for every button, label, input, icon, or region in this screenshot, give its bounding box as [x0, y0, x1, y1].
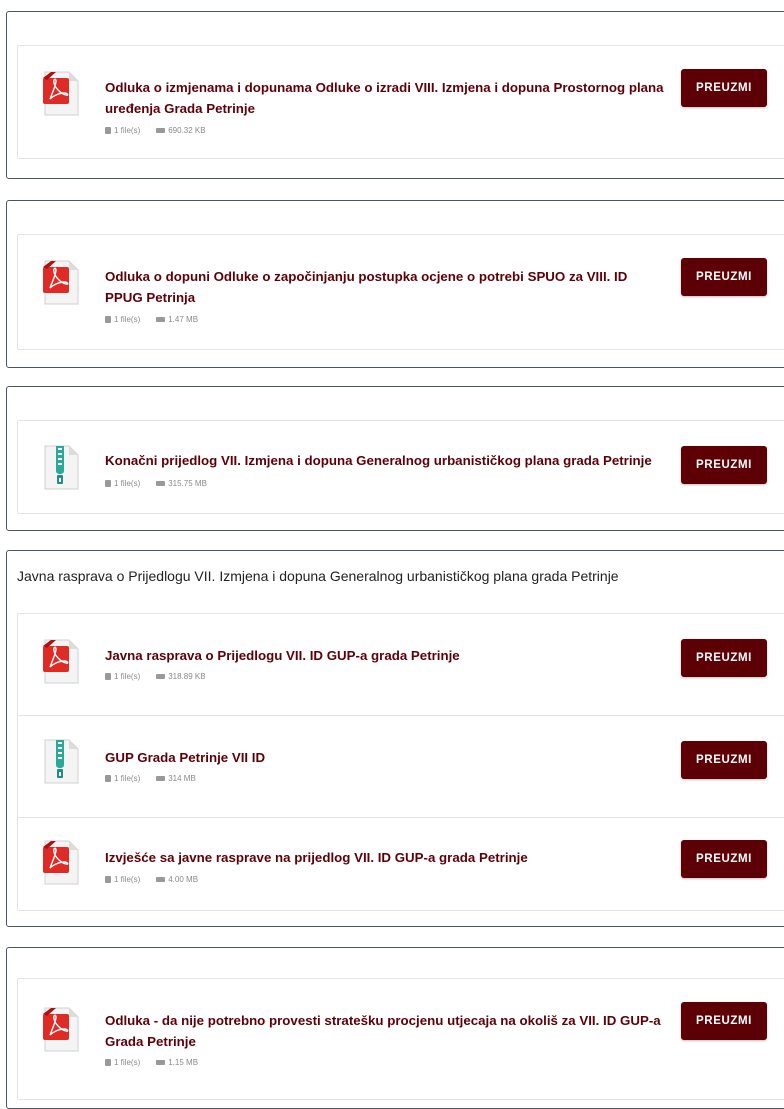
- files-icon: [105, 480, 111, 487]
- pdf-file-icon: [42, 260, 80, 306]
- file-size: 315.75 MB: [168, 479, 207, 488]
- document-title[interactable]: Javna rasprava o Prijedlogu VII. ID GUP-…: [105, 645, 665, 666]
- document-group-1: Odluka o izmjenama i dopunama Odluke o i…: [6, 11, 784, 179]
- files-icon: [105, 876, 111, 883]
- files-icon: [105, 316, 111, 323]
- file-count: 1 file(s): [114, 315, 141, 324]
- hdd-icon: [156, 1060, 166, 1065]
- file-count: 1 file(s): [114, 774, 141, 783]
- document-item: Konačni prijedlog VII. Izmjena i dopuna …: [17, 420, 784, 514]
- download-button[interactable]: PREUZMI: [681, 840, 767, 878]
- document-group-3: Konačni prijedlog VII. Izmjena i dopuna …: [6, 386, 784, 531]
- document-item: Izvješće sa javne rasprave na prijedlog …: [17, 817, 784, 911]
- document-meta: 1 file(s) 690.32 KB: [105, 126, 206, 135]
- document-group-2: Odluka o dopuni Odluke o započinjanju po…: [6, 200, 784, 368]
- document-meta: 1 file(s) 318.89 KB: [105, 672, 206, 681]
- pdf-file-icon: [42, 639, 80, 685]
- files-icon: [105, 1059, 111, 1066]
- document-title[interactable]: Odluka o dopuni Odluke o započinjanju po…: [105, 266, 665, 308]
- document-title[interactable]: Odluka o izmjenama i dopunama Odluke o i…: [105, 77, 665, 119]
- document-meta: 1 file(s) 4.00 MB: [105, 875, 198, 884]
- pdf-file-icon: [42, 71, 80, 117]
- file-count: 1 file(s): [114, 875, 141, 884]
- download-button[interactable]: PREUZMI: [681, 446, 767, 484]
- hdd-icon: [156, 776, 166, 781]
- file-size: 690.32 KB: [168, 126, 206, 135]
- document-item: Odluka - da nije potrebno provesti strat…: [17, 978, 784, 1100]
- file-size: 314 MB: [168, 774, 196, 783]
- document-title[interactable]: Izvješće sa javne rasprave na prijedlog …: [105, 847, 665, 868]
- hdd-icon: [156, 877, 166, 882]
- document-group-4: Javna rasprava o Prijedlogu VII. Izmjena…: [6, 550, 784, 927]
- document-meta: 1 file(s) 314 MB: [105, 774, 196, 783]
- zip-file-icon: [42, 739, 80, 785]
- document-meta: 1 file(s) 1.15 MB: [105, 1058, 198, 1067]
- download-button[interactable]: PREUZMI: [681, 258, 767, 296]
- document-item: Odluka o izmjenama i dopunama Odluke o i…: [17, 45, 784, 159]
- file-size: 1.15 MB: [168, 1058, 199, 1067]
- document-item: GUP Grada Petrinje VII ID 1 file(s) 314 …: [17, 715, 784, 819]
- document-title[interactable]: Odluka - da nije potrebno provesti strat…: [105, 1010, 665, 1052]
- download-button[interactable]: PREUZMI: [681, 741, 767, 779]
- hdd-icon: [156, 674, 166, 679]
- file-count: 1 file(s): [114, 126, 141, 135]
- document-meta: 1 file(s) 1.47 MB: [105, 315, 198, 324]
- download-button[interactable]: PREUZMI: [681, 639, 767, 677]
- pdf-file-icon: [42, 1007, 80, 1053]
- document-meta: 1 file(s) 315.75 MB: [105, 479, 207, 488]
- download-button[interactable]: PREUZMI: [681, 1002, 767, 1040]
- document-item: Odluka o dopuni Odluke o započinjanju po…: [17, 234, 784, 350]
- file-size: 1.47 MB: [168, 315, 199, 324]
- hdd-icon: [156, 481, 166, 486]
- files-icon: [105, 673, 111, 680]
- document-item: Javna rasprava o Prijedlogu VII. ID GUP-…: [17, 613, 784, 717]
- hdd-icon: [156, 128, 166, 133]
- pdf-file-icon: [42, 840, 80, 886]
- download-button[interactable]: PREUZMI: [681, 69, 767, 107]
- file-size: 4.00 MB: [168, 875, 199, 884]
- files-icon: [105, 775, 111, 782]
- file-count: 1 file(s): [114, 672, 141, 681]
- document-group-5: Odluka - da nije potrebno provesti strat…: [6, 947, 784, 1109]
- file-size: 318.89 KB: [168, 672, 206, 681]
- group-title: Javna rasprava o Prijedlogu VII. Izmjena…: [17, 568, 619, 584]
- document-title[interactable]: Konačni prijedlog VII. Izmjena i dopuna …: [105, 450, 675, 471]
- files-icon: [105, 127, 111, 134]
- document-title[interactable]: GUP Grada Petrinje VII ID: [105, 747, 665, 768]
- hdd-icon: [156, 317, 166, 322]
- zip-file-icon: [42, 445, 80, 491]
- file-count: 1 file(s): [114, 1058, 141, 1067]
- file-count: 1 file(s): [114, 479, 141, 488]
